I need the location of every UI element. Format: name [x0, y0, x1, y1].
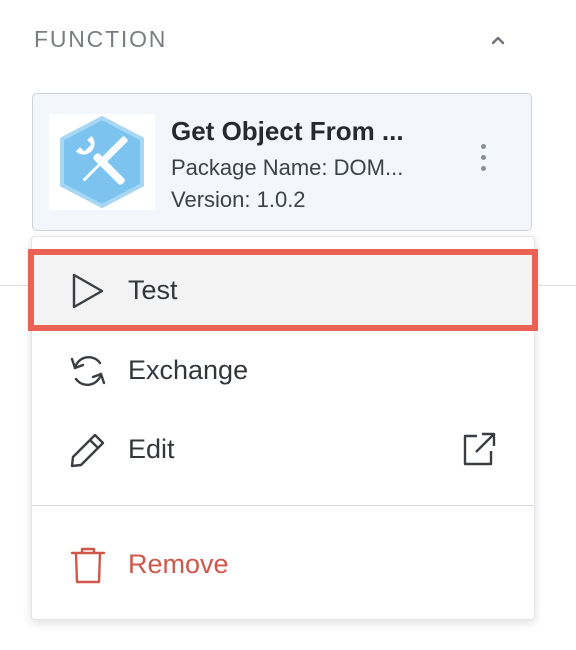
menu-item-label: Edit	[128, 434, 175, 464]
kebab-menu-icon[interactable]	[473, 144, 493, 180]
menu-item-edit[interactable]: Edit	[32, 410, 534, 488]
menu-item-label: Test	[128, 275, 178, 305]
external-link-icon[interactable]	[460, 430, 498, 468]
version: Version: 1.0.2	[171, 187, 306, 212]
exchange-icon	[70, 356, 106, 386]
menu-item-test[interactable]: Test	[32, 251, 534, 329]
trash-icon	[70, 547, 106, 584]
package-name: Package Name: DOM...	[171, 155, 404, 180]
menu-item-label: Exchange	[128, 355, 249, 385]
chevron-up-icon[interactable]	[486, 28, 510, 52]
wrench-screwdriver-hexagon-icon	[60, 115, 144, 209]
pencil-icon	[70, 433, 105, 468]
menu-separator	[32, 505, 534, 506]
function-thumbnail	[49, 114, 155, 210]
function-section-header[interactable]: FUNCTION	[34, 22, 524, 58]
function-panel: FUNCTION Get Object From ... Package Nam…	[0, 0, 576, 650]
play-icon	[72, 273, 104, 309]
menu-item-exchange[interactable]: Exchange	[32, 331, 534, 409]
function-card[interactable]: Get Object From ... Package Name: DOM...…	[32, 93, 532, 231]
section-title: FUNCTION	[34, 26, 168, 52]
menu-item-label: Remove	[128, 549, 229, 579]
function-context-menu: Test Exchange Edit Remove	[28, 236, 538, 620]
menu-item-remove[interactable]: Remove	[32, 525, 534, 603]
function-name: Get Object From ...	[171, 116, 404, 146]
